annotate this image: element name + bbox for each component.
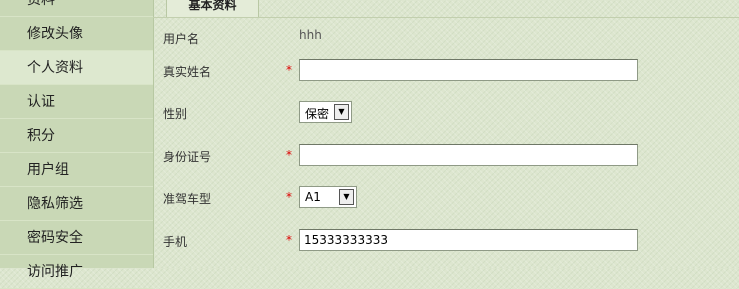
gender-label: 性别 [163, 107, 188, 121]
sidebar-item-verification[interactable]: 认证 [0, 85, 153, 119]
sidebar-item-usergroup[interactable]: 用户组 [0, 153, 153, 187]
license-type-select[interactable]: A1 ▼ [299, 186, 357, 208]
phone-label: 手机 [163, 235, 188, 249]
phone-input[interactable] [299, 229, 638, 251]
tab-basic-info[interactable]: 基本资料 [166, 0, 259, 17]
sidebar-item-points[interactable]: 积分 [0, 119, 153, 153]
license-select-value: A1 [305, 190, 321, 204]
gender-select-value: 保密 [305, 107, 330, 121]
chevron-down-icon[interactable]: ▼ [339, 189, 354, 205]
realname-input[interactable] [299, 59, 638, 81]
sidebar-item-personal-info[interactable]: 个人资料 [0, 51, 153, 85]
license-required-mark: * [286, 190, 292, 204]
idcard-label: 身份证号 [163, 150, 212, 164]
sidebar-item-avatar[interactable]: 修改头像 [0, 17, 153, 51]
sidebar-item-privacy[interactable]: 隐私筛选 [0, 187, 153, 221]
gender-select[interactable]: 保密 ▼ [299, 101, 352, 123]
sidebar: 资料 修改头像 个人资料 认证 积分 用户组 隐私筛选 密码安全 访问推广 [0, 0, 154, 289]
realname-required-mark: * [286, 63, 292, 77]
phone-required-mark: * [286, 233, 292, 247]
sidebar-item-password[interactable]: 密码安全 [0, 221, 153, 255]
username-label: 用户名 [163, 32, 200, 46]
chevron-down-icon[interactable]: ▼ [334, 104, 349, 120]
realname-label: 真实姓名 [163, 65, 212, 79]
username-value: hhh [299, 28, 322, 42]
idcard-required-mark: * [286, 148, 292, 162]
license-type-label: 准驾车型 [163, 192, 212, 206]
sidebar-item-promotion[interactable]: 访问推广 [0, 255, 153, 289]
idcard-input[interactable] [299, 144, 638, 166]
sidebar-item-profile[interactable]: 资料 [0, 0, 153, 17]
tab-bar: 基本资料 [153, 0, 739, 18]
